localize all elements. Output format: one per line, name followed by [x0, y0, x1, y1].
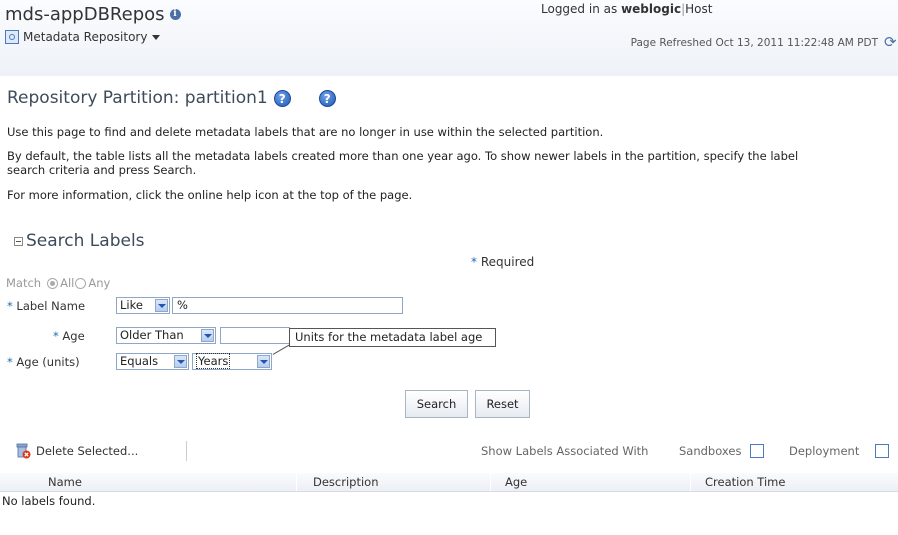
tooltip: Units for the metadata label age	[289, 328, 496, 347]
column-divider	[490, 473, 491, 491]
age-units-field-label: * Age (units)	[7, 355, 80, 369]
table-header: Name Description Age Creation Time	[0, 473, 898, 492]
empty-table-message: No labels found.	[2, 494, 96, 508]
required-star: *	[7, 299, 13, 313]
age-units-operator-value: Equals	[120, 354, 159, 368]
refresh-icon[interactable]: ⟳	[884, 33, 897, 51]
host-link[interactable]: Host	[685, 2, 712, 16]
search-labels-header[interactable]: Search Labels	[14, 231, 145, 251]
match-all-radio[interactable]	[47, 277, 59, 289]
age-units-label: Age (units)	[16, 355, 80, 369]
column-creation-time[interactable]: Creation Time	[705, 475, 785, 489]
age-operator-select[interactable]: Older Than	[116, 327, 216, 344]
match-group: Match All Any	[6, 276, 110, 290]
metadata-repository-menu[interactable]: Metadata Repository	[5, 30, 161, 44]
delete-selected-button[interactable]: Delete Selected...	[36, 444, 138, 458]
info-icon[interactable]: i	[169, 9, 181, 20]
column-name[interactable]: Name	[48, 475, 82, 489]
default-info-line1: By default, the table lists all the meta…	[7, 149, 799, 163]
label-name-operator-value: Like	[120, 298, 143, 312]
help-icon-2[interactable]: ?	[318, 89, 336, 107]
column-age[interactable]: Age	[505, 475, 527, 489]
match-all-label: All	[60, 276, 75, 290]
age-units-value-select[interactable]: Years	[192, 353, 272, 370]
menu-label: Metadata Repository	[23, 30, 148, 44]
label-name-input[interactable]: %	[172, 297, 403, 314]
required-star: *	[53, 329, 59, 343]
section-title-text: Search Labels	[26, 231, 145, 251]
sandboxes-label: Sandboxes	[679, 444, 742, 458]
match-any-label: Any	[88, 276, 111, 290]
page-header: mds-appDBRepos i Metadata Repository Log…	[0, 0, 898, 76]
label-name-label: Label Name	[16, 299, 86, 313]
chevron-down-icon	[152, 34, 161, 40]
age-field-label: * Age	[53, 329, 85, 343]
dropdown-arrow-icon	[174, 355, 187, 368]
deployment-checkbox[interactable]	[875, 444, 889, 458]
match-any-radio[interactable]	[75, 277, 87, 289]
dropdown-arrow-icon	[257, 355, 270, 368]
required-star: *	[471, 255, 477, 269]
default-info-line2: search criteria and press Search.	[7, 163, 197, 177]
show-labels-text: Show Labels Associated With	[481, 444, 649, 458]
page-title-text: Repository Partition: partition1	[7, 88, 268, 108]
description-text: Use this page to find and delete metadat…	[7, 125, 604, 139]
age-input[interactable]	[220, 327, 290, 344]
page-title: Repository Partition: partition1 ? ?	[7, 88, 336, 108]
column-description[interactable]: Description	[313, 475, 379, 489]
age-units-operator-select[interactable]: Equals	[116, 353, 189, 370]
sandboxes-checkbox[interactable]	[750, 444, 764, 458]
age-units-value: Years	[196, 353, 231, 369]
app-title: mds-appDBRepos i	[5, 4, 181, 25]
search-button[interactable]: Search	[405, 390, 468, 418]
toolbar-divider	[186, 441, 187, 461]
label-name-operator-select[interactable]: Like	[116, 297, 170, 314]
page-refreshed-text: Page Refreshed Oct 13, 2011 11:22:48 AM …	[630, 37, 878, 49]
required-label: Required	[480, 255, 535, 269]
match-label: Match	[6, 276, 42, 290]
help-icon[interactable]: ?	[273, 89, 291, 107]
column-divider	[690, 473, 691, 491]
dropdown-arrow-icon	[201, 329, 214, 342]
app-title-text: mds-appDBRepos	[5, 4, 165, 25]
age-label: Age	[62, 329, 85, 343]
delete-icon	[16, 443, 31, 459]
dropdown-arrow-icon	[155, 299, 168, 312]
reset-button[interactable]: Reset	[475, 390, 530, 418]
age-operator-value: Older Than	[120, 328, 184, 342]
deployment-label: Deployment	[789, 444, 860, 458]
help-info-text: For more information, click the online h…	[7, 188, 413, 202]
target-icon	[5, 30, 19, 44]
logged-in-info: Logged in as weblogic|Host	[541, 2, 712, 16]
logged-prefix: Logged in as	[541, 2, 618, 16]
collapse-icon[interactable]	[14, 236, 23, 246]
username: weblogic	[621, 2, 682, 16]
required-star: *	[7, 355, 13, 369]
label-name-field-label: * Label Name	[7, 299, 85, 313]
required-note: * Required	[471, 255, 534, 269]
column-divider	[296, 473, 297, 491]
